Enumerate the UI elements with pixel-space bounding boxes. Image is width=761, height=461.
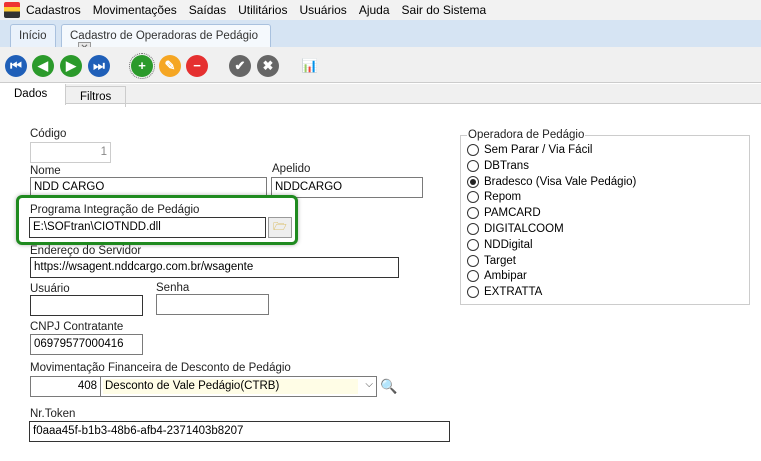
next-record-icon[interactable]: ▶ [60, 55, 82, 77]
radio-circle-icon[interactable] [467, 175, 479, 188]
menu-movimentacoes[interactable]: Movimentações [93, 3, 177, 17]
tab-inicio[interactable]: Início [10, 24, 56, 47]
movimentacao-label: Movimentação Financeira de Desconto de P… [30, 362, 291, 374]
radio-circle-icon[interactable] [467, 144, 479, 156]
radio-label: DBTrans [484, 159, 529, 172]
menu-bar: Cadastros Movimentações Saídas Utilitári… [0, 0, 761, 20]
radio-operadora[interactable]: Ambipar [467, 270, 527, 283]
usuario-label: Usuário [30, 283, 70, 295]
apelido-label: Apelido [272, 163, 311, 175]
tab-label: Início [19, 30, 47, 42]
radio-operadora[interactable]: Sem Parar / Via Fácil [467, 144, 592, 156]
movimentacao-code-field[interactable]: 408 [30, 376, 101, 397]
radio-circle-icon[interactable] [467, 191, 479, 204]
radio-label: Sem Parar / Via Fácil [484, 144, 593, 156]
chevron-down-icon[interactable]: ⌵ [365, 379, 373, 390]
codigo-field[interactable]: 1 [30, 142, 111, 163]
programa-label: Programa Integração de Pedágio [30, 204, 200, 216]
senha-field[interactable] [156, 294, 269, 315]
radio-label: Bradesco (Visa Vale Pedágio) [484, 175, 637, 188]
menu-utilitarios[interactable]: Utilitários [238, 3, 287, 17]
search-icon[interactable]: 🔍 [380, 378, 397, 395]
radio-operadora[interactable]: Target [467, 254, 516, 267]
add-icon[interactable]: + [129, 53, 155, 79]
page-tabs: Dados Filtros [0, 84, 761, 107]
cancel-icon[interactable]: ✖ [257, 55, 279, 77]
senha-label: Senha [156, 282, 190, 294]
radio-circle-icon[interactable] [467, 254, 479, 267]
radio-label: EXTRATTA [484, 286, 543, 299]
radio-circle-icon[interactable] [467, 159, 479, 172]
tab-cadastro-operadoras[interactable]: Cadastro de Operadoras de Pedágio✕ [61, 24, 271, 55]
tab-filtros[interactable]: Filtros [66, 86, 126, 107]
tab-label: Cadastro de Operadoras de Pedágio [70, 30, 258, 42]
radio-operadora[interactable]: Bradesco (Visa Vale Pedágio) [467, 175, 637, 188]
toolbar: ⏮ ◀ ▶ ⏭ + ✎ − ✔ ✖ 📊 [0, 47, 761, 83]
radio-circle-icon[interactable] [467, 286, 479, 299]
endereco-label: Endereço do Servidor [30, 245, 142, 257]
usuario-field[interactable] [30, 295, 143, 316]
app-logo-icon [4, 2, 20, 18]
edit-icon[interactable]: ✎ [159, 55, 181, 77]
radio-operadora[interactable]: EXTRATTA [467, 286, 543, 299]
menu-ajuda[interactable]: Ajuda [359, 3, 390, 17]
cnpj-field[interactable]: 06979577000416 [30, 334, 143, 355]
confirm-icon[interactable]: ✔ [229, 55, 251, 77]
menu-sair[interactable]: Sair do Sistema [402, 3, 487, 17]
last-record-icon[interactable]: ⏭ [88, 55, 110, 77]
movimentacao-combo[interactable]: Desconto de Vale Pedágio(CTRB) ⌵ [100, 376, 377, 397]
radio-operadora[interactable]: PAMCARD [467, 207, 541, 220]
radio-circle-icon[interactable] [467, 238, 479, 251]
tab-dados[interactable]: Dados [0, 84, 66, 105]
folder-browse-icon[interactable]: 🗁 [268, 217, 292, 238]
cnpj-label: CNPJ Contratante [30, 321, 124, 333]
nome-label: Nome [30, 165, 61, 177]
radio-circle-icon[interactable] [467, 207, 479, 220]
radio-label: Target [484, 254, 516, 267]
endereco-field[interactable]: https://wsagent.nddcargo.com.br/wsagente [30, 257, 399, 278]
radio-operadora[interactable]: DIGITALCOOM [467, 223, 564, 235]
movimentacao-value: Desconto de Vale Pedágio(CTRB) [103, 379, 358, 394]
menu-cadastros[interactable]: Cadastros [26, 3, 81, 17]
programa-field[interactable]: E:\SOFtran\CIOTNDD.dll [29, 217, 266, 238]
radio-label: PAMCARD [484, 207, 541, 220]
previous-record-icon[interactable]: ◀ [32, 55, 54, 77]
radio-circle-icon[interactable] [467, 223, 479, 235]
radio-operadora[interactable]: DBTrans [467, 159, 529, 172]
report-chart-icon[interactable]: 📊 [299, 55, 321, 77]
radio-operadora[interactable]: Repom [467, 191, 522, 204]
radio-label: Repom [484, 191, 522, 204]
first-record-icon[interactable]: ⏮ [5, 55, 27, 77]
radio-circle-icon[interactable] [467, 270, 479, 283]
radio-label: Ambipar [484, 270, 527, 283]
radio-operadora[interactable]: NDDigital [467, 238, 533, 251]
menu-usuarios[interactable]: Usuários [299, 3, 346, 17]
document-tabs: Início Cadastro de Operadoras de Pedágio… [0, 20, 761, 55]
codigo-label: Código [30, 128, 67, 140]
radio-label: DIGITALCOOM [484, 223, 564, 235]
token-field[interactable]: f0aaa45f-b1b3-48b6-afb4-2371403b8207 [29, 421, 450, 442]
delete-icon[interactable]: − [186, 55, 208, 77]
operadora-title: Operadora de Pedágio [467, 129, 586, 141]
token-label: Nr.Token [30, 408, 76, 420]
menu-saidas[interactable]: Saídas [189, 3, 226, 17]
radio-label: NDDigital [484, 238, 533, 251]
